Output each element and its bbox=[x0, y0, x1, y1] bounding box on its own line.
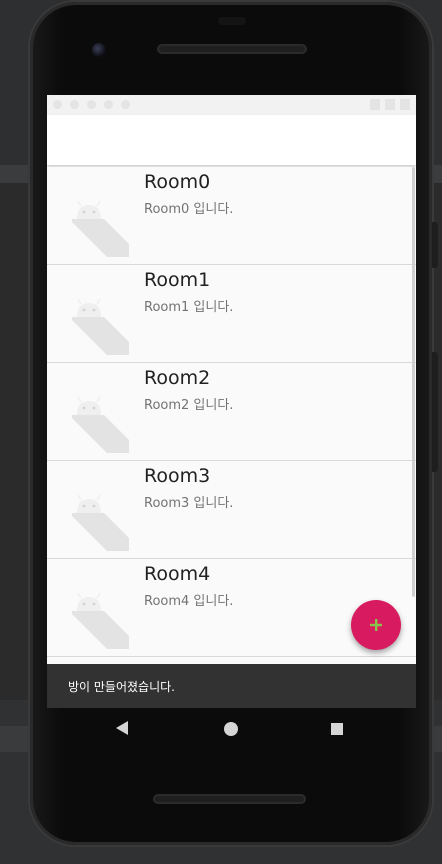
signal-icon bbox=[385, 99, 395, 110]
notification-icon bbox=[53, 100, 62, 109]
android-icon bbox=[72, 494, 129, 551]
room-title: Room0 bbox=[144, 171, 211, 193]
room-title: Room4 bbox=[144, 563, 211, 585]
room-list-item[interactable]: Room0 Room0 입니다. bbox=[47, 167, 416, 265]
room-list-item[interactable]: Room2 Room2 입니다. bbox=[47, 363, 416, 461]
android-room-icon bbox=[67, 393, 137, 453]
earpiece-speaker bbox=[157, 44, 307, 54]
power-button[interactable] bbox=[432, 222, 438, 268]
android-icon bbox=[72, 592, 129, 649]
android-icon bbox=[72, 396, 129, 453]
notification-icon bbox=[87, 100, 96, 109]
status-bar bbox=[47, 95, 416, 115]
status-notification-icons bbox=[53, 100, 130, 109]
android-icon bbox=[72, 298, 129, 355]
system-navigation-bar bbox=[47, 708, 416, 750]
wifi-icon bbox=[370, 99, 380, 110]
bottom-speaker bbox=[153, 794, 306, 804]
android-room-icon bbox=[67, 197, 137, 257]
add-room-button[interactable] bbox=[351, 600, 401, 650]
room-subtitle: Room4 입니다. bbox=[144, 594, 234, 609]
room-subtitle: Room2 입니다. bbox=[144, 398, 234, 413]
home-icon[interactable] bbox=[224, 722, 238, 736]
room-title: Room2 bbox=[144, 367, 211, 389]
app-screen: Room0 Room0 입니다. Room1 Room1 입니다. Room2 Room2… bbox=[47, 95, 416, 708]
room-list-item[interactable]: Room3 Room3 입니다. bbox=[47, 461, 416, 559]
room-title: Room1 bbox=[144, 269, 211, 291]
front-sensor bbox=[218, 17, 246, 25]
app-toolbar bbox=[47, 115, 416, 165]
list-scrollbar[interactable] bbox=[412, 167, 415, 597]
notification-icon bbox=[70, 100, 79, 109]
recents-icon[interactable] bbox=[331, 723, 343, 735]
room-subtitle: Room3 입니다. bbox=[144, 496, 234, 511]
android-room-icon bbox=[67, 295, 137, 355]
volume-button[interactable] bbox=[432, 352, 438, 472]
notification-icon bbox=[104, 100, 113, 109]
notification-icon bbox=[121, 100, 130, 109]
snackbar: 방이 만들어졌습니다. bbox=[47, 664, 416, 708]
room-subtitle: Room1 입니다. bbox=[144, 300, 234, 315]
back-icon[interactable] bbox=[116, 721, 128, 735]
room-subtitle: Room0 입니다. bbox=[144, 202, 234, 217]
android-icon bbox=[72, 200, 129, 257]
android-room-icon bbox=[67, 491, 137, 551]
battery-icon bbox=[400, 99, 410, 110]
room-list-item[interactable]: Room1 Room1 입니다. bbox=[47, 265, 416, 363]
plus-icon bbox=[370, 619, 382, 631]
room-title: Room3 bbox=[144, 465, 211, 487]
front-camera-icon bbox=[92, 43, 106, 57]
android-room-icon bbox=[67, 589, 137, 649]
snackbar-message: 방이 만들어졌습니다. bbox=[68, 680, 175, 694]
status-system-icons bbox=[370, 99, 410, 110]
